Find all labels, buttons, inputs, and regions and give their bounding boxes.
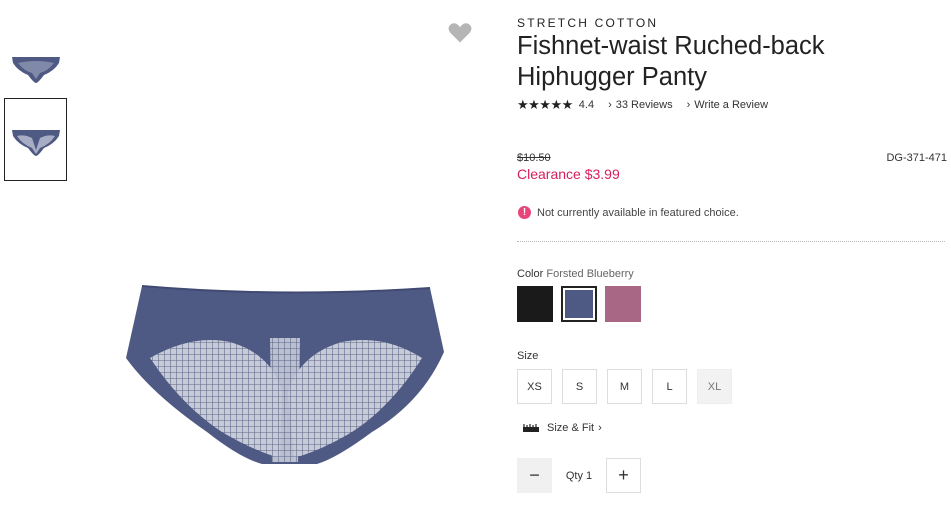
- product-brand: STRETCH COTTON: [517, 16, 659, 30]
- quantity-increase-button[interactable]: +: [606, 458, 641, 493]
- panty-thumbnail-image: [11, 129, 60, 156]
- size-l-button[interactable]: L: [652, 369, 687, 404]
- color-label: Color Forsted Blueberry: [517, 268, 634, 280]
- section-divider: [517, 241, 945, 242]
- main-product-image[interactable]: [122, 282, 448, 468]
- quantity-value: Qty 1: [565, 469, 593, 482]
- panty-thumbnail-image: [11, 57, 60, 83]
- size-xs-button[interactable]: XS: [517, 369, 552, 404]
- thumbnail-front[interactable]: [4, 36, 67, 98]
- size-s-button[interactable]: S: [562, 369, 597, 404]
- clearance-price: Clearance $3.99: [517, 166, 620, 182]
- reviews-label: 33 Reviews: [615, 99, 673, 111]
- panty-image: [126, 285, 444, 464]
- original-price: $10.50: [517, 152, 551, 164]
- swatch-mauve[interactable]: [605, 286, 641, 322]
- thumbnail-back[interactable]: [4, 98, 67, 181]
- size-fit-label: Size & Fit: [547, 422, 595, 434]
- write-review-link[interactable]: › Write a Review: [687, 99, 768, 111]
- availability-notice: ! Not currently available in featured ch…: [518, 206, 739, 219]
- chevron-right-icon: ›: [598, 422, 602, 434]
- color-swatches: [517, 286, 649, 322]
- product-title: Fishnet-waist Ruched-back Hiphugger Pant…: [517, 32, 825, 91]
- color-label-text: Color: [517, 268, 544, 280]
- quantity-stepper: − Qty 1 +: [517, 458, 641, 493]
- size-xl-button[interactable]: XL: [697, 369, 732, 404]
- chevron-right-icon: ›: [608, 99, 612, 111]
- swatch-forsted-blueberry[interactable]: [561, 286, 597, 322]
- rating-row: ★★★★★ 4.4 › 33 Reviews › Write a Review: [517, 97, 768, 113]
- alert-icon: !: [518, 206, 531, 219]
- selected-color-name: Forsted Blueberry: [546, 268, 634, 280]
- chevron-right-icon: ›: [686, 99, 691, 111]
- reviews-link[interactable]: › 33 Reviews: [608, 99, 673, 111]
- swatch-black[interactable]: [517, 286, 553, 322]
- size-m-button[interactable]: M: [607, 369, 642, 404]
- rating-value: 4.4: [578, 99, 595, 111]
- wishlist-heart-icon[interactable]: [446, 18, 474, 46]
- size-options: XS S M L XL: [517, 369, 742, 404]
- quantity-decrease-button[interactable]: −: [517, 458, 552, 493]
- availability-text: Not currently available in featured choi…: [537, 206, 739, 219]
- rating-stars-icon: ★★★★★: [517, 97, 573, 112]
- product-sku: DG-371-471: [886, 152, 947, 164]
- ruler-icon: [523, 424, 539, 432]
- write-review-label: Write a Review: [694, 99, 769, 111]
- size-fit-link[interactable]: Size & Fit ›: [523, 422, 602, 434]
- size-label: Size: [517, 350, 539, 362]
- thumbnail-list: [4, 36, 67, 181]
